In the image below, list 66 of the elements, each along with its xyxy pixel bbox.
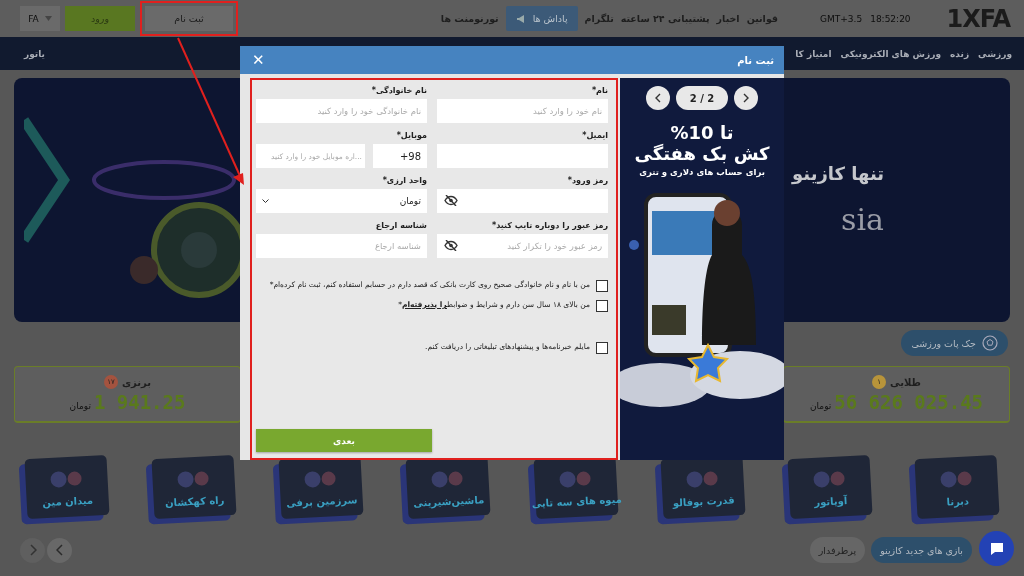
- chat-bubble-icon: [988, 540, 1005, 557]
- currency-select[interactable]: تومان: [256, 189, 427, 213]
- clock-time: 18:52:20: [870, 13, 911, 24]
- top-link[interactable]: قوانین: [746, 13, 779, 24]
- jackpot-button[interactable]: جک پات ورزشی: [901, 330, 1008, 356]
- chevron-right-icon: [742, 93, 750, 103]
- promo-subtitle: برای حساب های دلاری و تتری: [639, 167, 765, 177]
- top-link[interactable]: تورنومنت ها: [440, 13, 499, 24]
- field-label: ایمیل*: [581, 131, 608, 140]
- close-button[interactable]: ✕: [248, 51, 269, 69]
- nav-item[interactable]: زنده: [950, 48, 970, 59]
- register-button[interactable]: ثبت نام: [145, 6, 233, 31]
- category-tab[interactable]: پرطرفدار: [809, 537, 866, 563]
- next-slide-button[interactable]: [734, 86, 759, 110]
- megaphone-icon: [515, 13, 527, 24]
- tier-name: برنزی: [121, 376, 152, 388]
- field-label: رمز ورود*: [566, 176, 608, 185]
- field-label: واحد ارزی*: [381, 176, 427, 185]
- field-label: شناسه ارجاع: [374, 221, 427, 230]
- checkbox[interactable]: [596, 280, 608, 292]
- bonus-button[interactable]: پاداش ها: [505, 6, 578, 31]
- caret-icon: [44, 16, 52, 21]
- field-label: نام*: [590, 86, 608, 95]
- field-label: رمز عبور را دوباره تایپ کنید*: [490, 221, 608, 230]
- checkbox[interactable]: [596, 342, 608, 354]
- soccer-ball-icon: [982, 335, 998, 351]
- top-link[interactable]: پشتیبانی ۲۴ ساعته: [620, 13, 710, 24]
- text-field[interactable]: نام خود را وارد کنید: [437, 99, 608, 123]
- chevron-left-icon: [654, 93, 662, 103]
- nav-item[interactable]: ورزشی: [978, 48, 1012, 59]
- text-field[interactable]: شناسه ارجاع: [256, 234, 427, 258]
- category-tab[interactable]: بازی های جدید کازینو: [871, 537, 972, 563]
- hidden-eye-icon: [444, 240, 458, 251]
- timezone-label: GMT+3.5: [820, 13, 863, 24]
- dialog-title: ثبت نام: [737, 54, 774, 66]
- field-label: نام خانوادگی*: [370, 86, 427, 95]
- password-field[interactable]: رمز عبور خود را تکرار کنید: [437, 234, 608, 258]
- chevron-down-icon: [262, 198, 269, 204]
- slide-counter: 2 / 2: [675, 86, 729, 110]
- currency-label: تومان: [69, 401, 91, 411]
- next-button[interactable]: بعدی: [256, 429, 432, 452]
- nav-item[interactable]: امتیاز کا: [795, 48, 832, 59]
- chat-button[interactable]: [979, 531, 1014, 566]
- hidden-eye-icon: [444, 195, 458, 206]
- site-logo[interactable]: 1XFA: [946, 4, 1010, 33]
- language-select[interactable]: FA: [20, 6, 60, 31]
- promo-title: کش بک هفتگی: [634, 143, 770, 164]
- currency-label: تومان: [809, 401, 832, 411]
- previous-slide-button[interactable]: [645, 86, 670, 110]
- country-code-field[interactable]: +98: [373, 144, 427, 168]
- chevron-right-icon: [28, 544, 37, 556]
- tier-name: طلایی: [890, 376, 921, 388]
- jackpot-amount: 56 626 025.45: [834, 391, 983, 413]
- banner-subtitle: sia: [841, 202, 884, 237]
- chevron-left-icon: [55, 544, 64, 556]
- nav-item[interactable]: یاتور: [24, 48, 45, 59]
- top-link[interactable]: تلگرام: [584, 13, 614, 24]
- top-link[interactable]: اخبار: [716, 13, 740, 24]
- field-label: موبایل*: [395, 131, 427, 140]
- jackpot-amount: 1 941.25: [93, 391, 186, 413]
- promo-headline: تا 10%: [670, 122, 734, 143]
- password-field[interactable]: [437, 189, 608, 213]
- banner-title: تنها کازینو: [792, 163, 884, 184]
- checkbox[interactable]: [596, 300, 608, 312]
- nav-item[interactable]: ورزش های الکترونیکی: [840, 48, 941, 59]
- text-field[interactable]: نام خانوادگی خود را وارد کنید: [256, 99, 427, 123]
